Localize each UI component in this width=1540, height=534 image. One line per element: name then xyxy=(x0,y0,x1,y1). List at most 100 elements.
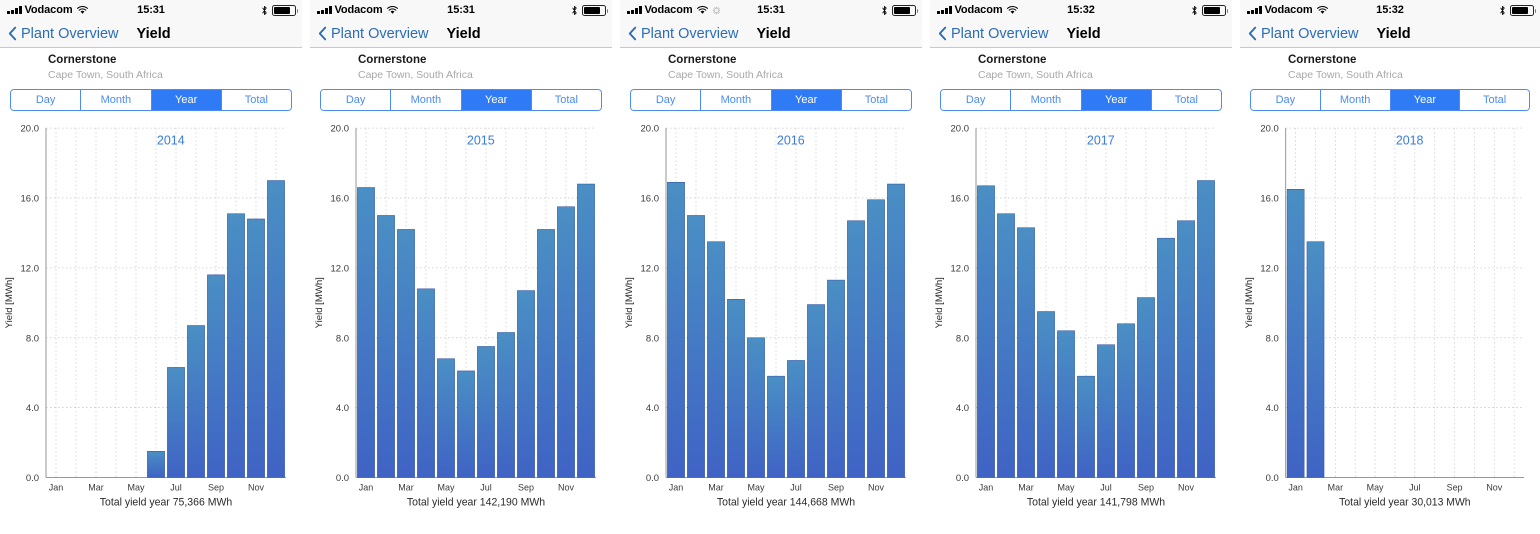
bar xyxy=(207,274,225,478)
segment-month[interactable]: Month xyxy=(701,90,772,110)
signal-bars-icon xyxy=(627,6,642,14)
period-segmented-control[interactable]: Day Month Year Total xyxy=(1250,89,1530,111)
y-axis-label: Yield [MWh] xyxy=(314,277,325,328)
x-axis-tick-label: May xyxy=(438,483,455,493)
segment-month[interactable]: Month xyxy=(81,90,152,110)
plant-location: Cape Town, South Africa xyxy=(1288,69,1403,81)
battery-icon xyxy=(892,4,918,16)
segment-total[interactable]: Total xyxy=(221,90,291,110)
segment-year[interactable]: Year xyxy=(771,90,842,110)
x-axis-tick-label: Mar xyxy=(1328,483,1343,493)
bar xyxy=(437,358,455,478)
bar xyxy=(1037,311,1055,478)
wifi-icon xyxy=(386,5,399,15)
battery-icon xyxy=(272,4,298,16)
plant-name: Cornerstone xyxy=(48,54,117,66)
segment-day[interactable]: Day xyxy=(321,90,392,110)
back-button[interactable]: Plant Overview xyxy=(938,26,1049,42)
x-axis-tick-label: Sep xyxy=(1447,483,1463,493)
segment-month[interactable]: Month xyxy=(1011,90,1082,110)
plant-name: Cornerstone xyxy=(1288,54,1357,66)
segmented-control-wrapper: Day Month Year Total xyxy=(620,87,922,116)
back-button-label: Plant Overview xyxy=(21,25,119,42)
x-axis-tick-label: Nov xyxy=(558,483,574,493)
nav-bar: Plant Overview Yield xyxy=(1240,20,1540,48)
chevron-left-icon xyxy=(628,26,637,41)
segment-year[interactable]: Year xyxy=(151,90,222,110)
y-axis-tick-label: 4.0 xyxy=(336,403,349,414)
x-axis-tick-label: Nov xyxy=(1486,483,1502,493)
bluetooth-icon xyxy=(571,5,578,16)
x-axis-tick-label: May xyxy=(1367,483,1384,493)
plant-name: Cornerstone xyxy=(668,54,737,66)
y-axis-tick-label: 4.0 xyxy=(1266,403,1279,414)
activity-spinner-icon xyxy=(712,6,721,15)
battery-level xyxy=(274,6,290,14)
wifi-icon xyxy=(76,5,89,15)
segmented-control-wrapper: Day Month Year Total xyxy=(0,87,302,116)
plant-name: Cornerstone xyxy=(978,54,1047,66)
y-axis-tick-label: 0.0 xyxy=(646,473,659,484)
nav-bar: Plant Overview Yield xyxy=(620,20,922,48)
plant-header: Cornerstone Cape Town, South Africa xyxy=(930,48,1232,87)
x-axis-tick-label: Nov xyxy=(248,483,264,493)
plant-header: Cornerstone Cape Town, South Africa xyxy=(0,48,302,87)
plant-location: Cape Town, South Africa xyxy=(48,69,163,81)
period-segmented-control[interactable]: Day Month Year Total xyxy=(630,89,912,111)
carrier-label: Vodacom xyxy=(334,4,383,16)
period-segmented-control[interactable]: Day Month Year Total xyxy=(10,89,292,111)
status-bar: Vodacom 15:31 xyxy=(620,0,922,20)
bar xyxy=(1157,237,1175,478)
bar xyxy=(787,360,805,478)
period-segmented-control[interactable]: Day Month Year Total xyxy=(940,89,1222,111)
back-button[interactable]: Plant Overview xyxy=(1248,26,1359,42)
bar xyxy=(887,183,905,478)
segment-year[interactable]: Year xyxy=(1390,90,1461,110)
x-axis-tick-label: Mar xyxy=(1018,483,1033,493)
x-axis-tick-label: Nov xyxy=(1178,483,1194,493)
bar xyxy=(1197,180,1215,478)
bar xyxy=(1117,323,1135,478)
segment-day[interactable]: Day xyxy=(631,90,702,110)
segment-month[interactable]: Month xyxy=(391,90,462,110)
segment-day[interactable]: Day xyxy=(1251,90,1321,110)
segment-day[interactable]: Day xyxy=(11,90,82,110)
segment-day[interactable]: Day xyxy=(941,90,1012,110)
carrier-label: Vodacom xyxy=(644,4,693,16)
bar xyxy=(397,229,415,478)
status-bar-left: Vodacom xyxy=(7,4,89,16)
segment-total[interactable]: Total xyxy=(531,90,601,110)
segment-year[interactable]: Year xyxy=(1081,90,1152,110)
bar xyxy=(1057,330,1075,478)
back-button[interactable]: Plant Overview xyxy=(628,26,739,42)
segment-month[interactable]: Month xyxy=(1320,90,1391,110)
status-bar-left: Vodacom xyxy=(317,4,399,16)
x-axis-tick-label: Jan xyxy=(1288,483,1302,493)
battery-icon xyxy=(1202,4,1228,16)
signal-bars-icon xyxy=(937,6,952,14)
period-segmented-control[interactable]: Day Month Year Total xyxy=(320,89,602,111)
signal-bars-icon xyxy=(1247,6,1262,14)
segment-total[interactable]: Total xyxy=(1151,90,1221,110)
phone-screenshot: Vodacom 15:32 Plant Overview Yield Cornersto… xyxy=(1240,0,1540,534)
chart-total-label: Total yield year 75,366 MWh xyxy=(100,497,233,509)
segment-year[interactable]: Year xyxy=(461,90,532,110)
y-axis-tick-label: 16.0 xyxy=(641,194,659,205)
segmented-control-wrapper: Day Month Year Total xyxy=(1240,87,1540,116)
chart-svg: 0.0 4.0 8.0 12.0 16.0 20.0 Jan Mar May Jul Sep Nov 2… xyxy=(934,124,1216,509)
x-axis-tick-label: Jan xyxy=(979,483,993,493)
bar xyxy=(517,290,535,478)
segment-total[interactable]: Total xyxy=(841,90,911,110)
x-axis-tick-label: Jul xyxy=(1100,483,1111,493)
back-button[interactable]: Plant Overview xyxy=(8,26,119,42)
chevron-left-icon xyxy=(8,26,17,41)
page-title: Yield xyxy=(136,25,171,42)
y-axis-tick-label: 20.0 xyxy=(21,124,39,135)
battery-level xyxy=(1204,6,1220,14)
signal-bars-icon xyxy=(7,6,22,14)
chart-svg: 0.0 4.0 8.0 12.0 16.0 20.0 Jan Mar May Jul Sep Nov 2… xyxy=(1244,124,1525,509)
back-button[interactable]: Plant Overview xyxy=(318,26,429,42)
yield-bar-chart: 0.0 4.0 8.0 12.0 16.0 20.0 Jan Mar May Jul Sep Nov 2… xyxy=(620,116,922,534)
segment-total[interactable]: Total xyxy=(1460,90,1529,110)
x-axis-tick-label: Jul xyxy=(1409,483,1420,493)
